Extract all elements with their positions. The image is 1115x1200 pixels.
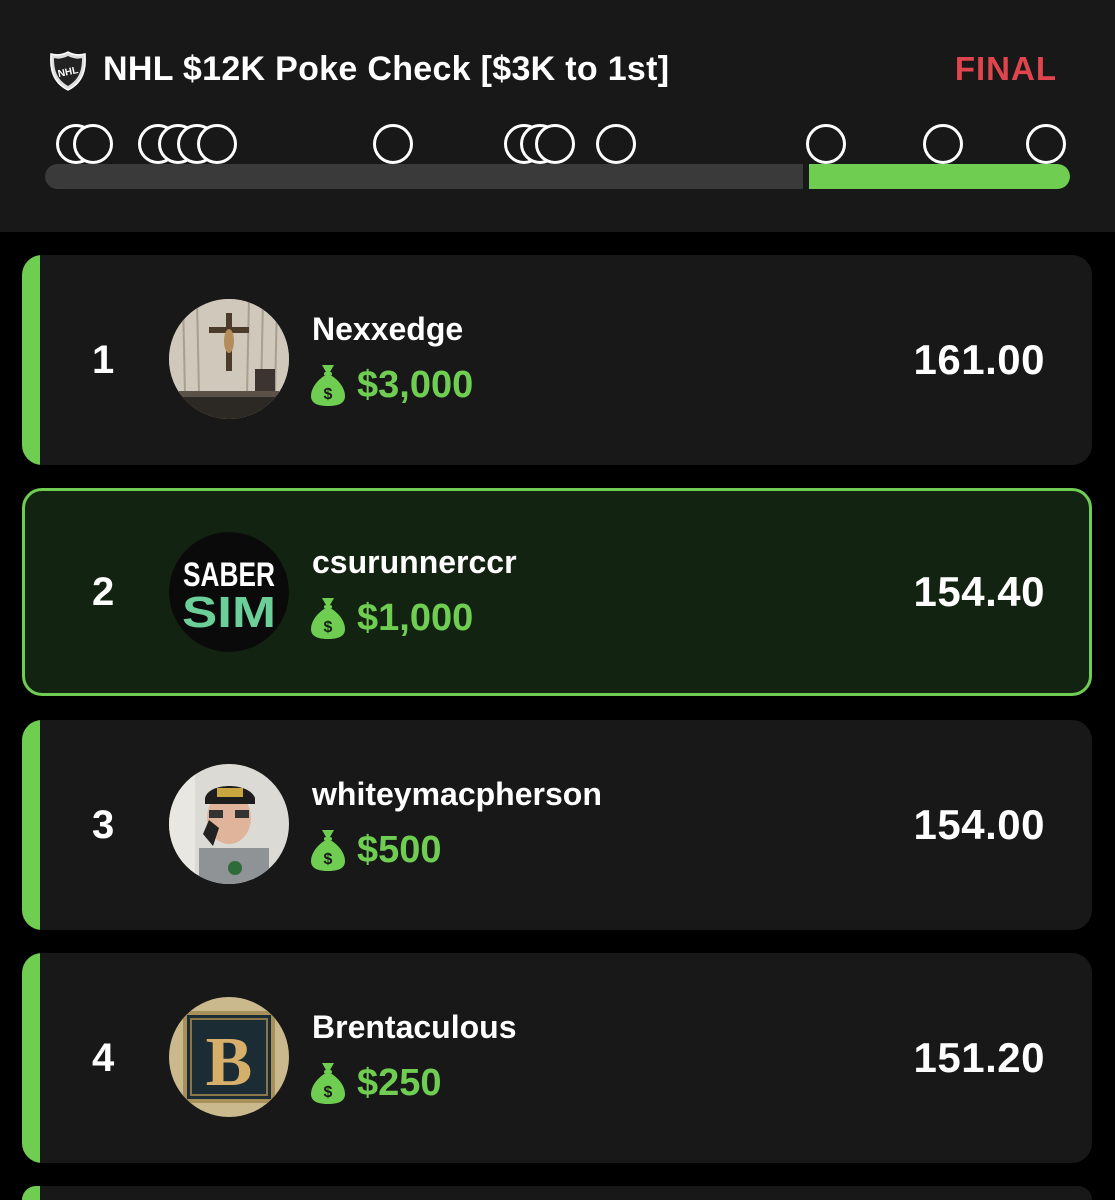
money-bag-icon: $ bbox=[311, 598, 345, 639]
money-bag-icon: $ bbox=[311, 830, 345, 871]
contest-status-badge: FINAL bbox=[954, 50, 1057, 87]
standing-marker bbox=[806, 124, 846, 164]
rank-number: 1 bbox=[92, 337, 115, 382]
prize: $ $250 bbox=[309, 1060, 442, 1106]
sim-logo-text: SIM bbox=[182, 588, 276, 637]
standing-marker bbox=[596, 124, 636, 164]
payout-progress-bar bbox=[45, 164, 1070, 189]
contest-title: NHL $12K Poke Check [$3K to 1st] bbox=[103, 50, 670, 88]
svg-text:B: B bbox=[206, 1024, 253, 1101]
svg-text:$: $ bbox=[324, 1084, 333, 1101]
row-accent-bar bbox=[22, 255, 40, 465]
prize: $ $3,000 bbox=[309, 362, 473, 408]
prize: $ $1,000 bbox=[309, 595, 473, 641]
fantasy-points: 154.40 bbox=[913, 568, 1045, 615]
username[interactable]: csurunnerccr bbox=[312, 544, 517, 581]
rank-number: 2 bbox=[92, 569, 115, 614]
money-bag-icon: $ bbox=[311, 365, 345, 406]
row-accent-bar bbox=[22, 1186, 40, 1200]
money-bag-icon: $ bbox=[311, 1063, 345, 1104]
nhl-shield-icon: NHL bbox=[50, 51, 86, 91]
svg-text:$: $ bbox=[324, 386, 333, 403]
prize-amount: $1,000 bbox=[357, 596, 474, 639]
row-accent-bar bbox=[22, 953, 40, 1163]
username[interactable]: Nexxedge bbox=[312, 311, 463, 348]
prize-amount: $3,000 bbox=[357, 363, 474, 406]
leaderboard-row[interactable]: 3 whiteymacpherson $ $500 154.00 bbox=[22, 720, 1092, 930]
username[interactable]: Brentaculous bbox=[312, 1009, 516, 1046]
rank-number: 4 bbox=[92, 1035, 115, 1080]
payout-line-divider bbox=[803, 164, 809, 189]
leaderboard-row[interactable]: 1 Nexxedge $ $3,000 161.00 bbox=[22, 255, 1092, 465]
fantasy-points: 151.20 bbox=[913, 1034, 1045, 1081]
standing-marker bbox=[1026, 124, 1066, 164]
standing-marker bbox=[373, 124, 413, 164]
svg-text:$: $ bbox=[324, 851, 333, 868]
leaderboard-row[interactable]: 4 B Brentaculous $ $250 151.20 bbox=[22, 953, 1092, 1163]
avatar[interactable]: B bbox=[169, 997, 289, 1117]
standing-marker bbox=[73, 124, 113, 164]
leaderboard-row[interactable] bbox=[22, 1186, 1092, 1200]
prize-amount: $500 bbox=[357, 828, 442, 871]
fantasy-points: 161.00 bbox=[913, 336, 1045, 383]
rank-number: 3 bbox=[92, 802, 115, 847]
avatar[interactable] bbox=[169, 299, 289, 419]
contest-header: NHL NHL $12K Poke Check [$3K to 1st] FIN… bbox=[0, 0, 1115, 232]
avatar[interactable]: SABER SIM bbox=[169, 532, 289, 652]
payout-progress-fill bbox=[808, 164, 1070, 189]
standing-marker bbox=[535, 124, 575, 164]
prize: $ $500 bbox=[309, 827, 442, 873]
standing-marker bbox=[923, 124, 963, 164]
row-accent-bar bbox=[22, 720, 40, 930]
prize-amount: $250 bbox=[357, 1061, 442, 1104]
standing-marker bbox=[197, 124, 237, 164]
fantasy-points: 154.00 bbox=[913, 801, 1045, 848]
username[interactable]: whiteymacpherson bbox=[312, 776, 602, 813]
avatar[interactable] bbox=[169, 764, 289, 884]
svg-text:$: $ bbox=[324, 619, 333, 636]
leaderboard-row[interactable]: 2 SABER SIM csurunnerccr $ $1,000 154.40 bbox=[22, 488, 1092, 696]
